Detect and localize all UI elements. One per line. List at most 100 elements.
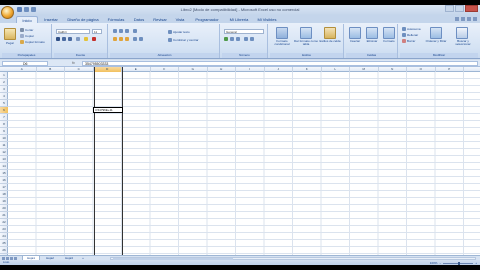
format-painter-button[interactable]: Copiar formato xyxy=(20,39,45,44)
row-header[interactable]: 12 xyxy=(0,149,8,156)
cut-button[interactable]: Cortar xyxy=(20,27,33,32)
merge-center-button[interactable]: Combinar y centrar xyxy=(168,37,199,42)
format-as-table-icon[interactable] xyxy=(300,27,312,39)
find-select-icon[interactable] xyxy=(456,27,468,39)
name-box[interactable]: D6 xyxy=(2,61,48,66)
row-header[interactable]: 22 xyxy=(0,219,8,226)
align-right-icon[interactable] xyxy=(125,37,129,41)
align-left-icon[interactable] xyxy=(113,37,117,41)
row-header[interactable]: 5 xyxy=(0,100,8,107)
font-name-select[interactable]: Calibri xyxy=(56,29,90,34)
office-button[interactable] xyxy=(1,6,14,19)
clear-button[interactable]: Borrar xyxy=(402,38,415,43)
excel-window: Libro2 [Modo de compatibilidad] - Micros… xyxy=(0,5,480,265)
align-middle-icon[interactable] xyxy=(119,29,123,33)
row-header[interactable]: 17 xyxy=(0,184,8,191)
row-header[interactable]: 19 xyxy=(0,198,8,205)
help-icon[interactable] xyxy=(455,17,459,21)
zoom-level[interactable]: 100% xyxy=(430,261,438,265)
delete-cells-icon[interactable] xyxy=(366,27,378,39)
close-button[interactable] xyxy=(465,5,478,12)
row-header[interactable]: 3 xyxy=(0,86,8,93)
borders-icon[interactable] xyxy=(76,37,80,41)
fx-icon[interactable]: fx xyxy=(72,61,75,65)
fill-color-icon[interactable] xyxy=(84,37,88,41)
column-boundary-right xyxy=(122,67,123,255)
tab-programador[interactable]: Programador xyxy=(190,16,224,23)
active-cell[interactable]: 3.54796E+11 xyxy=(93,107,123,113)
align-top-icon[interactable] xyxy=(113,29,117,33)
conditional-format-icon[interactable] xyxy=(276,27,288,39)
row-header[interactable]: 23 xyxy=(0,226,8,233)
row-header[interactable]: 6 xyxy=(0,107,8,114)
sort-filter-icon[interactable] xyxy=(430,27,442,39)
row-header[interactable]: 26 xyxy=(0,247,8,254)
decrease-indent-icon[interactable] xyxy=(133,37,137,41)
formula-input[interactable]: 354795503333 xyxy=(82,61,478,66)
tab-mi-libreria[interactable]: Mi Libreria xyxy=(226,16,252,23)
increase-decimal-icon[interactable] xyxy=(244,37,248,41)
align-bottom-icon[interactable] xyxy=(125,29,129,33)
row-header[interactable]: 13 xyxy=(0,156,8,163)
row-header[interactable]: 21 xyxy=(0,212,8,219)
worksheet-grid[interactable]: ABCDEFGHIJKLMNOP 1 2 3 4 5 6 7 8 9 10 11 12 13 14 15 16… xyxy=(0,67,480,255)
row-header[interactable]: 4 xyxy=(0,93,8,100)
decrease-decimal-icon[interactable] xyxy=(250,37,254,41)
align-center-icon[interactable] xyxy=(119,37,123,41)
row-header[interactable]: 9 xyxy=(0,128,8,135)
cell-area[interactable] xyxy=(8,72,480,255)
zoom-slider-thumb[interactable] xyxy=(458,261,461,265)
window-title: Libro2 [Modo de compatibilidad] - Micros… xyxy=(180,7,300,12)
comma-icon[interactable] xyxy=(236,37,240,41)
row-header[interactable]: 10 xyxy=(0,135,8,142)
row-header[interactable]: 15 xyxy=(0,170,8,177)
close-doc-icon[interactable] xyxy=(473,17,477,21)
row-header[interactable]: 14 xyxy=(0,163,8,170)
cell-styles-icon[interactable] xyxy=(324,27,336,39)
tab-mi-visibles[interactable]: Mi Visibles xyxy=(254,16,280,23)
row-header[interactable]: 16 xyxy=(0,177,8,184)
row-header[interactable]: 1 xyxy=(0,72,8,79)
number-format-select[interactable]: General xyxy=(224,29,264,34)
format-cells-icon[interactable] xyxy=(383,27,395,39)
row-header[interactable]: 25 xyxy=(0,240,8,247)
restore-doc-icon[interactable] xyxy=(467,17,471,21)
maximize-button[interactable] xyxy=(455,5,464,12)
currency-icon[interactable] xyxy=(224,37,228,41)
font-size-select[interactable]: 11 xyxy=(92,29,102,34)
zoom-slider[interactable] xyxy=(443,261,474,265)
insert-cells-label: Insertar xyxy=(349,39,361,43)
row-header[interactable]: 7 xyxy=(0,114,8,121)
zoom-in-icon[interactable]: + xyxy=(475,261,477,265)
percent-icon[interactable] xyxy=(230,37,234,41)
minimize-button[interactable] xyxy=(445,5,454,12)
tab-formulas[interactable]: Fórmulas xyxy=(104,16,128,23)
row-header[interactable]: 11 xyxy=(0,142,8,149)
row-header[interactable]: 18 xyxy=(0,191,8,198)
row-header[interactable]: 8 xyxy=(0,121,8,128)
paste-icon[interactable] xyxy=(4,28,16,40)
tab-insertar[interactable]: Insertar xyxy=(40,16,62,23)
formula-bar: D6 fx 354795503333 xyxy=(0,60,480,67)
underline-icon[interactable] xyxy=(68,37,72,41)
zoom-out-icon[interactable]: − xyxy=(439,261,441,265)
autosum-button[interactable]: Autosuma xyxy=(402,26,421,31)
minimize-doc-icon[interactable] xyxy=(461,17,465,21)
tab-diseno-pagina[interactable]: Diseño de página xyxy=(63,16,103,23)
row-header[interactable]: 2 xyxy=(0,79,8,86)
tab-inicio[interactable]: Inicio xyxy=(16,16,38,23)
copy-button[interactable]: Copiar xyxy=(20,33,34,38)
fill-button[interactable]: Rellenar xyxy=(402,32,418,37)
font-color-icon[interactable] xyxy=(92,37,96,41)
row-header[interactable]: 20 xyxy=(0,205,8,212)
italic-icon[interactable] xyxy=(62,37,66,41)
insert-cells-icon[interactable] xyxy=(349,27,361,39)
bold-icon[interactable] xyxy=(56,37,60,41)
tab-vista[interactable]: Vista xyxy=(172,16,188,23)
wrap-text-button[interactable]: Ajustar texto xyxy=(168,29,190,34)
tab-revisar[interactable]: Revisar xyxy=(150,16,170,23)
orientation-icon[interactable] xyxy=(133,29,137,33)
tab-datos[interactable]: Datos xyxy=(130,16,148,23)
increase-indent-icon[interactable] xyxy=(139,37,143,41)
row-header[interactable]: 24 xyxy=(0,233,8,240)
